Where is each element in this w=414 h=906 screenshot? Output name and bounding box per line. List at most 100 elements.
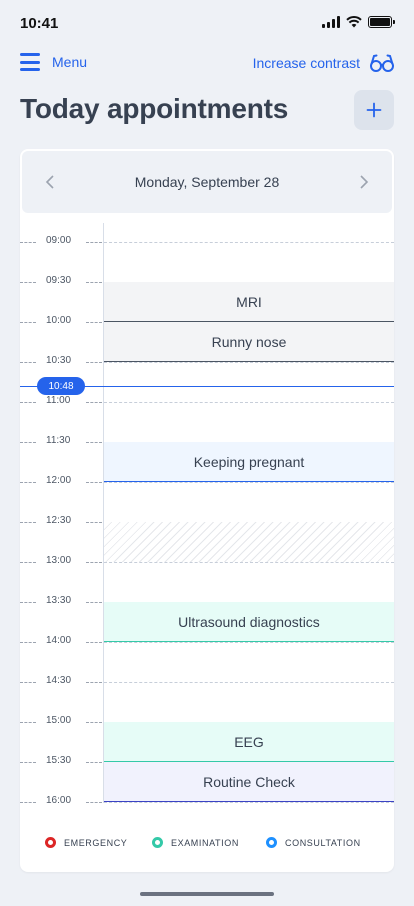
legend-dot-icon — [266, 837, 277, 848]
legend: EMERGENCY EXAMINATION CONSULTATION — [20, 831, 394, 855]
chevron-left-icon — [45, 175, 54, 189]
time-grid-line — [104, 562, 394, 563]
time-slot: 14:30 — [20, 675, 394, 686]
time-tick — [86, 322, 102, 323]
page-title: Today appointments — [20, 93, 289, 124]
time-label: 11:30 — [46, 435, 71, 446]
status-time: 10:41 — [20, 15, 59, 32]
time-label: 09:30 — [46, 275, 72, 286]
time-grid-line — [104, 642, 394, 643]
legend-dot-icon — [152, 837, 163, 848]
schedule-card: Monday, September 28 09:00 09:30 10:00 10:3… — [20, 149, 394, 872]
time-tick — [20, 402, 36, 403]
time-tick — [20, 682, 36, 683]
time-grid-line — [104, 362, 394, 363]
legend-label: CONSULTATION — [285, 837, 361, 848]
previous-day-button[interactable] — [40, 172, 60, 192]
time-grid-line — [104, 482, 394, 483]
add-appointment-button[interactable] — [354, 90, 394, 130]
legend-label: EMERGENCY — [64, 837, 128, 848]
date-navigator: Monday, September 28 — [22, 151, 392, 213]
time-tick — [20, 642, 36, 643]
time-label: 13:00 — [46, 555, 72, 566]
appointment-block[interactable]: MRI — [104, 282, 394, 322]
appointment-block[interactable]: EEG — [104, 722, 394, 762]
status-bar: 10:41 — [0, 0, 414, 48]
time-tick — [20, 362, 36, 363]
time-label: 13:30 — [46, 595, 72, 606]
time-grid-line — [104, 402, 394, 403]
increase-contrast-button[interactable]: Increase contrast — [253, 53, 394, 73]
legend-label: EXAMINATION — [171, 837, 239, 848]
menu-label: Menu — [52, 54, 88, 70]
time-tick — [20, 802, 36, 803]
time-label: 15:30 — [46, 755, 72, 766]
time-label: 10:00 — [46, 315, 72, 326]
appointment-title: MRI — [236, 293, 262, 310]
next-day-button[interactable] — [354, 172, 374, 192]
cellular-signal-icon — [322, 16, 340, 28]
time-tick — [20, 562, 36, 563]
time-label: 15:00 — [46, 715, 72, 726]
menu-button[interactable]: Menu — [20, 53, 87, 71]
time-slot: 16:00 — [20, 795, 394, 806]
appointment-block[interactable]: Runny nose — [104, 322, 394, 362]
time-tick — [20, 602, 36, 603]
legend-item: EMERGENCY — [45, 837, 127, 848]
legend-item: CONSULTATION — [266, 837, 361, 848]
legend-item: EXAMINATION — [152, 837, 239, 848]
battery-icon — [368, 16, 395, 28]
time-tick — [86, 762, 102, 763]
time-slot: 12:00 — [20, 475, 394, 486]
time-tick — [20, 442, 36, 443]
glasses-icon — [370, 54, 394, 72]
time-grid-line — [104, 242, 394, 243]
time-tick — [20, 322, 36, 323]
time-tick — [20, 762, 36, 763]
time-label: 09:00 — [46, 235, 72, 246]
time-grid-line — [104, 682, 394, 683]
time-label: 14:00 — [46, 635, 72, 646]
time-slot: 11:00 — [20, 395, 394, 406]
appointment-block[interactable]: Routine Check — [104, 762, 394, 802]
appointment-title: Runny nose — [211, 333, 287, 350]
time-tick — [86, 282, 102, 283]
time-grid-line — [104, 802, 394, 803]
chevron-right-icon — [360, 175, 369, 189]
legend-dot-icon — [45, 837, 56, 848]
time-label: 12:00 — [46, 475, 72, 486]
time-tick — [20, 282, 36, 283]
time-slot: 13:00 — [20, 555, 394, 566]
current-time-badge: 10:48 — [37, 377, 85, 395]
time-label: 11:00 — [46, 395, 71, 406]
home-indicator — [140, 892, 274, 896]
time-tick — [86, 722, 102, 723]
appointment-title: Keeping pregnant — [193, 453, 305, 470]
time-tick — [86, 522, 102, 523]
time-tick — [86, 682, 102, 683]
wifi-icon — [346, 16, 362, 28]
hamburger-icon — [20, 53, 40, 71]
increase-contrast-label: Increase contrast — [252, 55, 360, 71]
time-label: 12:30 — [46, 515, 72, 526]
time-tick — [86, 602, 102, 603]
appointment-block[interactable]: Ultrasound diagnostics — [104, 602, 394, 642]
appointment-title: Routine Check — [203, 773, 295, 790]
plus-icon — [366, 102, 382, 118]
status-icons — [322, 16, 395, 28]
time-label: 10:30 — [46, 355, 72, 366]
appointment-block[interactable]: Keeping pregnant — [104, 442, 394, 482]
time-label: 14:30 — [46, 675, 72, 686]
time-slot: 14:00 — [20, 635, 394, 646]
time-tick — [86, 562, 102, 563]
appointment-title: EEG — [234, 733, 264, 750]
current-date: Monday, September 28 — [134, 174, 280, 190]
timeline: 09:00 09:30 10:00 10:30 11:00 11:30 12:00 12:30… — [20, 223, 394, 806]
time-slot: 10:30 — [20, 355, 394, 366]
time-tick — [20, 722, 36, 723]
time-tick — [86, 442, 102, 443]
appointment-title: Ultrasound diagnostics — [178, 613, 320, 630]
time-label: 16:00 — [46, 795, 72, 806]
time-slot: 09:00 — [20, 235, 394, 246]
time-tick — [86, 402, 102, 403]
